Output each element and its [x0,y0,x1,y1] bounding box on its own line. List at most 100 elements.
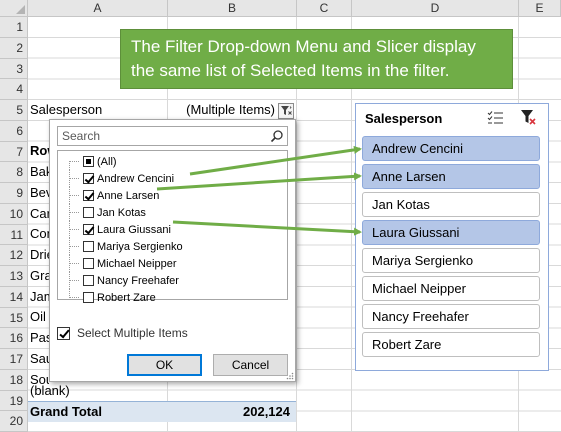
filter-field-label[interactable]: Salesperson [30,100,166,120]
select-multiple-checkbox[interactable] [57,326,70,340]
filter-funnel-icon [280,106,292,115]
checkbox-mariya-sergienko[interactable] [83,241,94,252]
slicer-item-robert-zare[interactable]: Robert Zare [362,332,540,357]
row-headers: 1 2 3 4 5 6 7 8 9 10 11 12 13 14 15 16 1… [0,17,28,432]
row-header[interactable]: 1 [0,17,28,38]
slicer-item-laura-giussani[interactable]: Laura Giussani [362,220,540,245]
filter-item-label: Laura Giussani [97,223,171,236]
checkbox-nancy-freehafer[interactable] [83,275,94,286]
row-header[interactable]: 6 [0,120,28,142]
search-input[interactable] [58,127,263,145]
row-label[interactable]: Car [30,204,49,224]
select-all-corner[interactable] [0,0,28,17]
grand-total-value[interactable]: 202,124 [169,402,290,422]
row-label[interactable]: Jam [30,287,49,307]
row-label[interactable]: Bak [30,162,49,182]
row-label-blank[interactable]: (blank) [30,381,110,401]
row-header[interactable]: 15 [0,307,28,329]
row-header[interactable]: 2 [0,37,28,59]
checkbox-anne-larsen[interactable] [83,190,94,201]
column-headers: A B C D E [28,0,561,17]
row-header[interactable]: 17 [0,349,28,370]
filter-item-all[interactable]: (All) [58,153,287,170]
filter-items-list: (All) Andrew Cencini Anne Larsen Jan Kot… [57,150,288,304]
row-labels-header[interactable]: Row [30,141,49,161]
row-header[interactable]: 9 [0,183,28,204]
row-label[interactable]: Sau [30,349,49,369]
filter-item-michael-neipper[interactable]: Michael Neipper [58,255,287,272]
row-header[interactable]: 19 [0,390,28,412]
row-label[interactable]: Oil [30,307,49,327]
filter-item-nancy-freehafer[interactable]: Nancy Freehafer [58,272,287,289]
checkbox-jan-kotas[interactable] [83,207,94,218]
select-multiple-items-option[interactable]: Select Multiple Items [57,326,188,340]
filter-item-label: (All) [97,155,117,168]
checkbox-robert-zare[interactable] [83,292,94,303]
filter-value[interactable]: (Multiple Items) [169,100,275,120]
ok-button[interactable]: OK [127,354,202,376]
column-header-e[interactable]: E [519,0,561,17]
filter-item-label: Mariya Sergienko [97,240,183,253]
filter-item-laura-giussani[interactable]: Laura Giussani [58,221,287,238]
slicer-item-mariya-sergienko[interactable]: Mariya Sergienko [362,248,540,273]
slicer-item-anne-larsen[interactable]: Anne Larsen [362,164,540,189]
tree-branch [69,204,83,221]
row-header[interactable]: 3 [0,58,28,80]
row-header[interactable]: 12 [0,245,28,266]
checkbox-laura-giussani[interactable] [83,224,94,235]
row-header[interactable]: 16 [0,328,28,349]
row-label[interactable]: Pas [30,328,49,348]
tree-branch [69,255,83,272]
tree-branch [69,238,83,255]
slicer-item-andrew-cencini[interactable]: Andrew Cencini [362,136,540,161]
row-header[interactable]: 4 [0,79,28,100]
checkbox-andrew-cencini[interactable] [83,173,94,184]
row-label[interactable]: Bev [30,183,49,203]
search-box [57,126,288,146]
filter-item-mariya-sergienko[interactable]: Mariya Sergienko [58,238,287,255]
filter-item-anne-larsen[interactable]: Anne Larsen [58,187,287,204]
slicer-item-michael-neipper[interactable]: Michael Neipper [362,276,540,301]
clear-filter-icon[interactable] [520,109,537,126]
tree-branch [69,272,83,289]
filter-item-andrew-cencini[interactable]: Andrew Cencini [58,170,287,187]
row-header[interactable]: 10 [0,203,28,225]
row-header[interactable]: 5 [0,100,28,121]
checkbox-all[interactable] [83,156,94,167]
filter-item-label: Nancy Freehafer [97,274,179,287]
annotation-callout: The Filter Drop-down Menu and Slicer dis… [120,29,513,89]
filter-dropdown-button[interactable] [278,103,294,119]
filter-dropdown-menu: (All) Andrew Cencini Anne Larsen Jan Kot… [49,119,296,382]
slicer-item-jan-kotas[interactable]: Jan Kotas [362,192,540,217]
row-header[interactable]: 11 [0,224,28,246]
salesperson-slicer[interactable]: Salesperson Andrew Cencini Anne Larsen J… [355,103,549,371]
row-label[interactable]: Con [30,224,49,244]
filter-item-label: Jan Kotas [97,206,146,219]
filter-item-jan-kotas[interactable]: Jan Kotas [58,204,287,221]
row-header[interactable]: 14 [0,286,28,308]
row-header[interactable]: 20 [0,411,28,432]
column-header-d[interactable]: D [352,0,519,17]
row-header[interactable]: 13 [0,266,28,287]
row-label[interactable]: Gra [30,266,49,286]
tree-branch [69,289,83,306]
row-header[interactable]: 18 [0,369,28,391]
row-header[interactable]: 7 [0,141,28,163]
row-header[interactable]: 8 [0,162,28,183]
filter-item-label: Andrew Cencini [97,172,175,185]
filter-item-robert-zare[interactable]: Robert Zare [58,289,287,306]
cancel-button[interactable]: Cancel [213,354,288,376]
row-label[interactable]: Drie [30,245,49,265]
tree-branch [69,221,83,238]
filter-item-label: Robert Zare [97,291,156,304]
checkbox-michael-neipper[interactable] [83,258,94,269]
slicer-item-nancy-freehafer[interactable]: Nancy Freehafer [362,304,540,329]
resize-grip-icon[interactable] [286,372,294,380]
grand-total-label[interactable]: Grand Total [30,402,160,422]
search-icon[interactable] [270,129,284,143]
column-header-b[interactable]: B [168,0,297,17]
column-header-a[interactable]: A [28,0,168,17]
callout-line-1: The Filter Drop-down Menu and Slicer dis… [131,37,476,56]
multi-select-icon[interactable] [487,110,504,126]
column-header-c[interactable]: C [297,0,352,17]
